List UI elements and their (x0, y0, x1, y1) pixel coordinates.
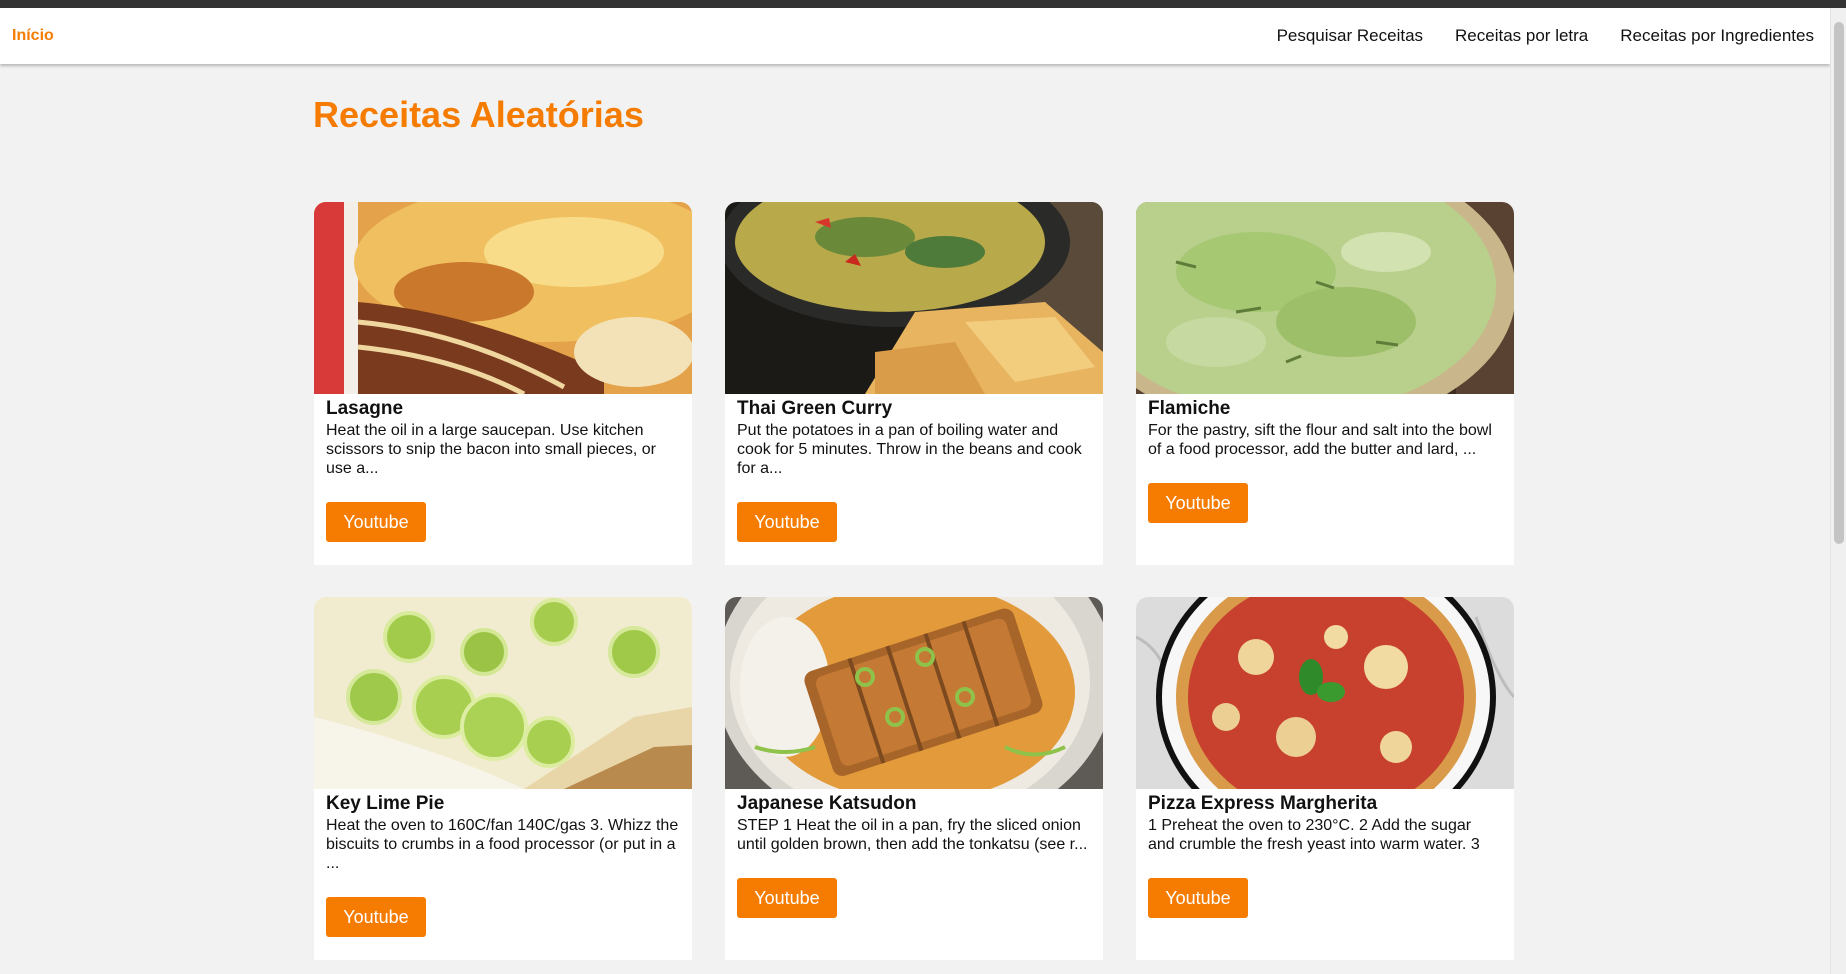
recipe-description: For the pastry, sift the flour and salt … (1148, 422, 1492, 458)
recipe-title: Pizza Express Margherita (1148, 793, 1378, 814)
recipe-title: Flamiche (1148, 398, 1231, 419)
nav-link-recipes-by-letter[interactable]: Receitas por letra (1455, 26, 1588, 46)
youtube-button[interactable]: Youtube (737, 502, 837, 542)
recipe-image[interactable] (725, 597, 1103, 789)
recipe-description: Heat the oil in a large saucepan. Use ki… (326, 422, 656, 477)
recipe-title: Japanese Katsudon (737, 793, 917, 814)
navbar: Início Pesquisar Receitas Receitas por l… (0, 8, 1830, 64)
youtube-button[interactable]: Youtube (326, 897, 426, 937)
vertical-scrollbar[interactable] (1830, 8, 1846, 974)
youtube-button[interactable]: Youtube (326, 502, 426, 542)
recipe-card: Key Lime Pie Heat the oven to 160C/fan 1… (314, 597, 692, 960)
window-top-strip (0, 0, 1846, 8)
scrollbar-thumb[interactable] (1834, 22, 1844, 544)
recipe-card: Thai Green Curry Put the potatoes in a p… (725, 202, 1103, 565)
nav-link-recipes-by-ingredients[interactable]: Receitas por Ingredientes (1620, 26, 1814, 46)
recipe-image[interactable] (725, 202, 1103, 394)
recipe-card: Flamiche For the pastry, sift the flour … (1136, 202, 1514, 565)
recipe-card: Lasagne Heat the oil in a large saucepan… (314, 202, 692, 565)
nav-link-search-recipes[interactable]: Pesquisar Receitas (1277, 26, 1423, 46)
page-title: Receitas Aleatórias (313, 94, 644, 135)
recipe-title: Lasagne (326, 398, 404, 419)
recipe-grid: Lasagne Heat the oil in a large saucepan… (314, 202, 1514, 960)
youtube-button[interactable]: Youtube (1148, 878, 1248, 918)
recipe-title: Thai Green Curry (737, 398, 893, 419)
nav-links: Pesquisar Receitas Receitas por letra Re… (1277, 26, 1814, 46)
recipe-card: Japanese Katsudon STEP 1 Heat the oil in… (725, 597, 1103, 960)
recipe-image[interactable] (314, 202, 692, 394)
recipe-image[interactable] (1136, 597, 1514, 789)
recipe-description: STEP 1 Heat the oil in a pan, fry the sl… (737, 817, 1088, 853)
recipe-description: Put the potatoes in a pan of boiling wat… (737, 422, 1082, 477)
recipe-description: Heat the oven to 160C/fan 140C/gas 3. Wh… (326, 817, 679, 872)
youtube-button[interactable]: Youtube (1148, 483, 1248, 523)
recipe-description: 1 Preheat the oven to 230°C. 2 Add the s… (1148, 817, 1480, 853)
recipe-image[interactable] (314, 597, 692, 789)
recipe-title: Key Lime Pie (326, 793, 445, 814)
nav-home-link[interactable]: Início (12, 27, 54, 45)
youtube-button[interactable]: Youtube (737, 878, 837, 918)
recipe-card: Pizza Express Margherita 1 Preheat the o… (1136, 597, 1514, 960)
recipe-image[interactable] (1136, 202, 1514, 394)
